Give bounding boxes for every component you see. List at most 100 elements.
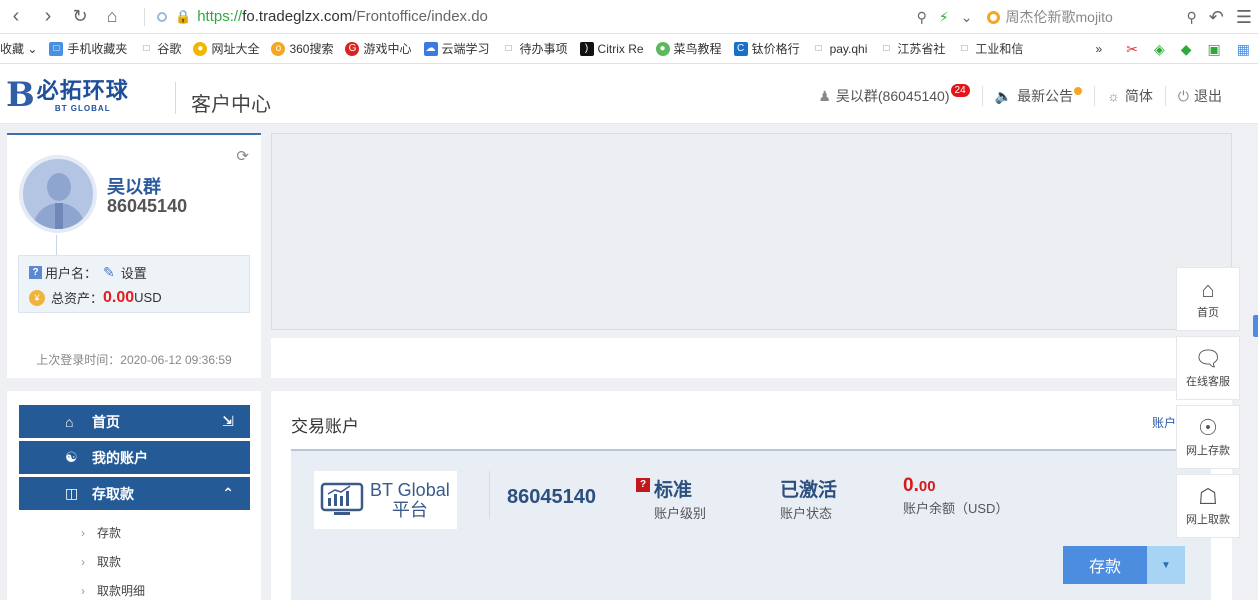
chevron-right-icon: › [81, 554, 85, 569]
settings-link[interactable]: 设置 [121, 263, 147, 282]
forward-icon[interactable]: › [32, 0, 64, 34]
bookmark-item[interactable]: o 360搜索 [271, 40, 333, 57]
bookmark-item[interactable]: □ 工业和信 [957, 40, 1023, 57]
bookmark-item[interactable]: ● 菜鸟教程 [655, 40, 722, 57]
sidebar-item-label: 存取款 [92, 485, 134, 502]
page-title: 客户中心 [191, 94, 271, 116]
menu-icon[interactable]: ☰ [1236, 7, 1252, 28]
floating-toolbar: ⌂ 首页 🗨 在线客服 ☉ 网上存款 ☖ 网上取款 [1176, 267, 1240, 543]
help-icon[interactable]: ? [29, 266, 42, 279]
side-tab[interactable] [1253, 315, 1258, 337]
site-info-icon[interactable] [157, 11, 167, 22]
bookmark-item[interactable]: ● 网址大全 [193, 40, 259, 57]
header-actions: ♟ 吴以群(86045140) 24 🔈 最新公告 ☼ 简体 ⏻ 退出 [806, 83, 1234, 106]
bookmark-label: 游戏中心 [363, 42, 412, 56]
announcements-link[interactable]: 🔈 最新公告 [983, 86, 1096, 106]
platform-name: BT Global 平台 [370, 480, 450, 520]
scissors-icon[interactable]: ✂ [1126, 41, 1138, 58]
last-login-time: 上次登录时间：2020-06-12 09:36:59 [36, 353, 232, 367]
section-title: 交易账户 [291, 417, 359, 436]
sidebar-subitem-withdraw-details[interactable]: › 取款明细 [81, 582, 145, 599]
account-status-value: 已激活 [780, 480, 838, 501]
share-icon[interactable]: ⚲ [917, 9, 927, 26]
home-icon[interactable]: ⌂ [96, 0, 128, 34]
shield-icon[interactable]: ◆ [1181, 41, 1192, 58]
sidebar-subitem-withdraw[interactable]: › 取款 [81, 553, 121, 570]
logo-mark: B [6, 75, 35, 115]
collapse-icon[interactable]: ⇲ [222, 413, 234, 430]
price-icon: C [733, 41, 748, 56]
chevron-right-icon: › [81, 583, 85, 598]
reload-icon[interactable]: ↻ [64, 0, 96, 34]
bookmark-item[interactable]: □ 待办事项 [502, 40, 568, 57]
float-chat-button[interactable]: 🗨 在线客服 [1176, 336, 1240, 400]
speaker-icon: 🔈 [994, 87, 1013, 104]
search-icon[interactable]: ⚲ [1187, 9, 1197, 26]
browser-address-bar: ‹ › ↻ ⌂ 🔒 https:// fo.tradeglzx.com /Fro… [0, 0, 1258, 34]
float-label: 网上存款 [1186, 444, 1230, 457]
home-icon: ⌂ [1201, 276, 1215, 302]
logo-cn: 必拓环球 [36, 78, 129, 104]
sidebar-item-label: 我的账户 [92, 449, 148, 466]
caret-down-icon[interactable]: ▼ [1147, 546, 1185, 584]
brand-logo[interactable]: B 必拓环球 BT GLOBAL [6, 78, 129, 113]
bookmark-item[interactable]: C 钛价格行 [733, 40, 800, 57]
account-balance-label: 账户余额（USD） [903, 501, 1009, 516]
account-icon: ☯ [65, 449, 78, 465]
bookmark-label: 待办事项 [519, 42, 568, 56]
app-header: B 必拓环球 BT GLOBAL 客户中心 ♟ 吴以群(86045140) 24… [0, 64, 1258, 124]
chat-icon: 🗨 [1194, 345, 1222, 371]
user-menu[interactable]: ♟ 吴以群(86045140) 24 [806, 83, 983, 106]
help-icon[interactable]: ? [636, 477, 650, 492]
search-engine-icon [986, 10, 1000, 24]
balance-int: 0. [903, 475, 919, 496]
cloud-icon: ☁ [423, 41, 438, 56]
refresh-icon[interactable]: ⟳ [236, 147, 249, 165]
bookmark-favorites[interactable]: 收藏 ⌄ [0, 40, 37, 57]
chevron-right-icon: › [81, 525, 85, 540]
sidebar-item-my-account[interactable]: ☯ 我的账户 [19, 441, 250, 474]
sidebar-item-home[interactable]: ⌂ 首页 ⇲ [19, 405, 250, 438]
grid-icon[interactable]: ▦ [1237, 41, 1250, 58]
page-icon: □ [883, 43, 890, 54]
bookmark-item[interactable]: ☁ 云端学习 [423, 40, 490, 57]
language-switch[interactable]: ☼ 简体 [1095, 86, 1166, 106]
float-withdraw-button[interactable]: ☖ 网上取款 [1176, 474, 1240, 538]
gamepad-icon[interactable]: ▣ [1208, 41, 1221, 58]
search-input[interactable]: 周杰伦新歌mojito [986, 5, 1173, 29]
float-home-button[interactable]: ⌂ 首页 [1176, 267, 1240, 331]
translate-icon[interactable]: ◈ [1154, 41, 1165, 58]
bookmark-item[interactable]: □ pay.qhi [812, 42, 868, 56]
chevron-down-icon[interactable]: ⌄ [961, 9, 973, 26]
bookmark-item[interactable]: □ 谷歌 [139, 40, 181, 57]
edit-icon[interactable]: ✎ [103, 264, 115, 281]
page-icon: □ [143, 43, 150, 54]
profile-account-id: 86045140 [107, 196, 188, 216]
float-deposit-button[interactable]: ☉ 网上存款 [1176, 405, 1240, 469]
account-level-label: 账户级别 [654, 506, 707, 521]
bookmark-item[interactable]: □ 江苏省社 [879, 40, 945, 57]
undo-icon[interactable]: ↶ [1209, 7, 1224, 28]
accounts-link[interactable]: 账户 [1152, 414, 1176, 431]
page-icon: □ [961, 43, 968, 54]
bookmark-more[interactable]: » [1096, 42, 1103, 56]
bookmark-item[interactable]: ) Citrix Re [579, 41, 644, 56]
bookmark-label: 手机收藏夹 [67, 42, 128, 56]
bookmark-item[interactable]: G 游戏中心 [345, 40, 412, 57]
url-field[interactable]: 🔒 https:// fo.tradeglzx.com /Frontoffice… [157, 8, 488, 25]
sidebar-subitem-deposit[interactable]: › 存款 [81, 524, 121, 541]
runoob-icon: ● [655, 41, 670, 56]
divider [489, 471, 490, 519]
subitem-label: 存款 [97, 526, 122, 540]
subitem-label: 取款 [97, 555, 122, 569]
connector-line [56, 235, 57, 255]
deposit-button[interactable]: 存款 [1063, 546, 1147, 584]
back-icon[interactable]: ‹ [0, 0, 32, 34]
game-icon: G [345, 41, 360, 56]
bookmark-item[interactable]: □ 手机收藏夹 [49, 40, 127, 57]
sidebar-item-deposit-withdraw[interactable]: ◫ 存取款 ⌃ [19, 477, 250, 510]
avatar[interactable] [19, 155, 97, 233]
lightning-icon[interactable]: ⚡ [939, 9, 949, 26]
currency-label: USD [134, 290, 162, 305]
logout-button[interactable]: ⏻ 退出 [1166, 86, 1234, 106]
